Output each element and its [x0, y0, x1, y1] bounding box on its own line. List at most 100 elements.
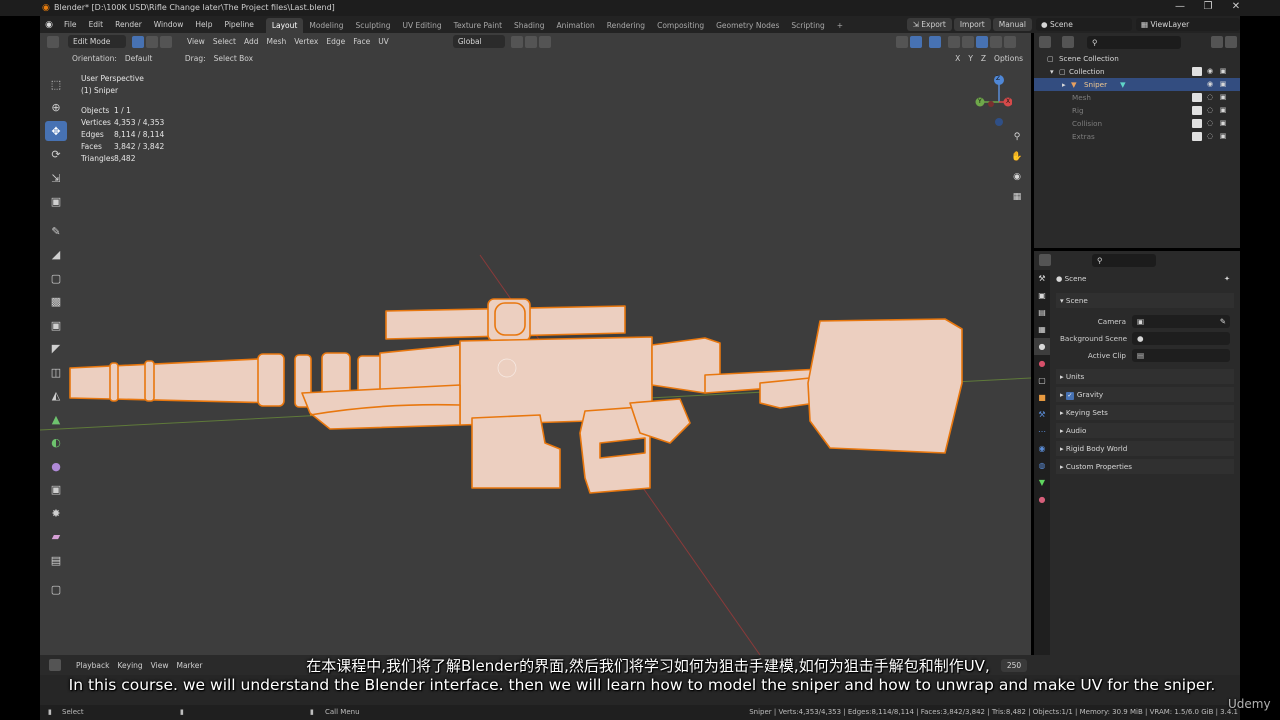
- include-checkbox[interactable]: [1192, 67, 1202, 76]
- outliner-row-sniper[interactable]: ▸ ▼ Sniper ▼ ◉ ▣: [1034, 78, 1240, 91]
- tab-compositing[interactable]: Compositing: [651, 18, 710, 33]
- rendered-shading-icon[interactable]: [1004, 35, 1016, 48]
- menu-edit[interactable]: Edit: [83, 16, 110, 33]
- new-collection-icon[interactable]: [1225, 36, 1237, 48]
- mirror-y-toggle[interactable]: Y: [964, 52, 977, 65]
- camera-view-icon[interactable]: ◉: [1009, 169, 1025, 185]
- eye-icon[interactable]: ◌: [1205, 119, 1215, 128]
- panel-scene[interactable]: ▾ Scene: [1056, 293, 1234, 308]
- bevel-tool-icon[interactable]: ◤: [45, 339, 67, 359]
- menu-mesh[interactable]: Mesh: [262, 35, 290, 48]
- modifier-tab-icon[interactable]: ⚒: [1034, 406, 1050, 423]
- custom-tool-icon[interactable]: ▢: [45, 580, 67, 600]
- include-checkbox[interactable]: [1192, 106, 1202, 115]
- world-tab-icon[interactable]: ●: [1034, 355, 1050, 372]
- menu-select[interactable]: Select: [209, 35, 240, 48]
- eyedropper-icon[interactable]: ✎: [1220, 315, 1226, 328]
- drag-selector[interactable]: Select Box: [210, 52, 257, 65]
- rip-tool-icon[interactable]: ▤: [45, 550, 67, 570]
- data-tab-icon[interactable]: ▼: [1034, 474, 1050, 491]
- outliner-search-input[interactable]: ⚲: [1087, 35, 1181, 49]
- rotate-tool-icon[interactable]: ⟳: [45, 145, 67, 165]
- scene-selector[interactable]: ● Scene: [1036, 18, 1132, 31]
- camera-icon[interactable]: ▣: [1218, 80, 1228, 89]
- outliner-row-rig[interactable]: Rig ◌ ▣: [1034, 104, 1240, 117]
- gizmo-toggle-icon[interactable]: [910, 35, 922, 48]
- panel-rigid-body-world[interactable]: ▸ Rigid Body World: [1056, 441, 1234, 456]
- tool-tab-icon[interactable]: ⚒: [1034, 270, 1050, 287]
- tab-scripting[interactable]: Scripting: [785, 18, 830, 33]
- properties-editor-icon[interactable]: [1039, 254, 1051, 266]
- proportional-edit-icon[interactable]: [538, 35, 551, 48]
- eye-icon[interactable]: ◉: [1205, 80, 1215, 89]
- particles-tab-icon[interactable]: ⋯: [1034, 423, 1050, 440]
- pan-hand-icon[interactable]: ✋: [1009, 149, 1025, 165]
- panel-custom-properties[interactable]: ▸ Custom Properties: [1056, 459, 1234, 474]
- zoom-icon[interactable]: ⚲: [1009, 129, 1025, 145]
- blender-menu-icon[interactable]: ◉: [40, 20, 58, 30]
- scene-tab-icon[interactable]: ●: [1034, 338, 1050, 355]
- measure-tool-icon[interactable]: ◢: [45, 245, 67, 265]
- tab-uv-editing[interactable]: UV Editing: [397, 18, 448, 33]
- tab-layout[interactable]: Layout: [265, 17, 304, 33]
- properties-search-input[interactable]: ⚲: [1092, 253, 1156, 267]
- eye-icon[interactable]: ◉: [1205, 67, 1215, 76]
- poly-build-tool-icon[interactable]: ▲: [45, 409, 67, 429]
- edge-slide-tool-icon[interactable]: ▣: [45, 480, 67, 500]
- physics-tab-icon[interactable]: ◉: [1034, 440, 1050, 457]
- face-select-icon[interactable]: [160, 35, 172, 48]
- maximize-button[interactable]: ❐: [1194, 0, 1222, 14]
- 3d-viewport[interactable]: [40, 33, 1031, 655]
- panel-gravity[interactable]: ▸ ✓ Gravity: [1056, 387, 1234, 402]
- mirror-z-toggle[interactable]: Z: [977, 52, 990, 65]
- options-button[interactable]: Options: [990, 52, 1027, 65]
- display-mode-icon[interactable]: [1062, 36, 1074, 48]
- expand-arrow-icon[interactable]: ▾: [1050, 65, 1054, 78]
- edge-select-icon[interactable]: [146, 35, 158, 48]
- scale-tool-icon[interactable]: ⇲: [45, 168, 67, 188]
- outliner-editor-icon[interactable]: [1039, 36, 1051, 48]
- select-box-tool-icon[interactable]: ⬚: [45, 74, 67, 94]
- shrink-fatten-tool-icon[interactable]: ✸: [45, 503, 67, 523]
- view-layer-tab-icon[interactable]: ▦: [1034, 321, 1050, 338]
- include-checkbox[interactable]: [1192, 93, 1202, 102]
- background-scene-field[interactable]: ●: [1132, 332, 1230, 345]
- visibility-icon[interactable]: [896, 35, 908, 48]
- move-tool-icon[interactable]: ✥: [45, 121, 67, 141]
- material-shading-icon[interactable]: [990, 35, 1002, 48]
- filter-icon[interactable]: [1211, 36, 1223, 48]
- menu-view[interactable]: View: [183, 35, 209, 48]
- menu-uv[interactable]: UV: [374, 35, 393, 48]
- import-button[interactable]: Import: [953, 18, 991, 31]
- panel-units[interactable]: ▸ Units: [1056, 369, 1234, 384]
- navigation-gizmo[interactable]: Z X Y: [972, 72, 1013, 128]
- tab-shading[interactable]: Shading: [508, 18, 550, 33]
- include-checkbox[interactable]: [1192, 119, 1202, 128]
- add-workspace-button[interactable]: +: [831, 18, 849, 33]
- minimize-button[interactable]: —: [1166, 0, 1194, 14]
- expand-arrow-icon[interactable]: ▸: [1062, 78, 1066, 91]
- solid-shading-icon[interactable]: [976, 35, 988, 48]
- inset-tool-icon[interactable]: ▣: [45, 315, 67, 335]
- menu-file[interactable]: File: [58, 16, 83, 33]
- overlay-toggle-icon[interactable]: [929, 35, 941, 48]
- ortho-grid-icon[interactable]: ▦: [1009, 189, 1025, 205]
- tab-modeling[interactable]: Modeling: [303, 18, 349, 33]
- panel-keying-sets[interactable]: ▸ Keying Sets: [1056, 405, 1234, 420]
- vertex-select-icon[interactable]: [132, 35, 144, 48]
- outliner-row-scene-collection[interactable]: ▢ Scene Collection: [1034, 52, 1240, 65]
- collection-tab-icon[interactable]: ▢: [1034, 372, 1050, 389]
- add-cube-tool-icon[interactable]: ▢: [45, 268, 67, 288]
- eye-icon[interactable]: ◌: [1205, 132, 1215, 141]
- export-button[interactable]: ⇲ Export: [906, 18, 952, 31]
- outliner-row-collision[interactable]: Collision ◌ ▣: [1034, 117, 1240, 130]
- knife-tool-icon[interactable]: ◭: [45, 386, 67, 406]
- orientation-selector[interactable]: Default: [121, 52, 181, 65]
- camera-icon[interactable]: ▣: [1218, 132, 1228, 141]
- tab-texture-paint[interactable]: Texture Paint: [448, 18, 508, 33]
- eye-icon[interactable]: ◌: [1205, 106, 1215, 115]
- outliner-row-extras[interactable]: Extras ◌ ▣: [1034, 130, 1240, 143]
- eye-icon[interactable]: ◌: [1205, 93, 1215, 102]
- active-clip-field[interactable]: ▤: [1132, 349, 1230, 362]
- spin-tool-icon[interactable]: ◐: [45, 433, 67, 453]
